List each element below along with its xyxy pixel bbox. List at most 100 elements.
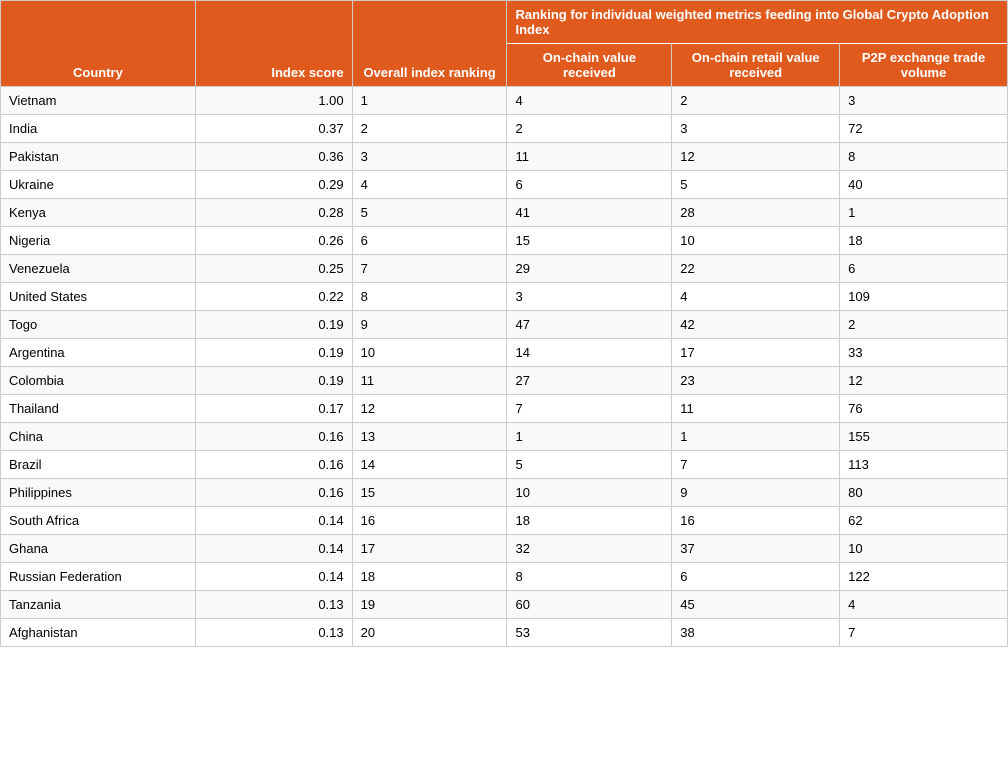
overall-ranking-cell: 2 [352, 115, 507, 143]
table-row: Kenya0.28541281 [1, 199, 1008, 227]
index-score-cell: 0.17 [195, 395, 352, 423]
table-row: Venezuela0.25729226 [1, 255, 1008, 283]
table-row: Vietnam1.001423 [1, 87, 1008, 115]
onchain-value-cell: 29 [507, 255, 672, 283]
overall-ranking-cell: 9 [352, 311, 507, 339]
country-header: Country [1, 1, 196, 87]
country-cell: Pakistan [1, 143, 196, 171]
table-row: Colombia0.1911272312 [1, 367, 1008, 395]
overall-ranking-cell: 7 [352, 255, 507, 283]
crypto-adoption-table: Country Index score Overall index rankin… [0, 0, 1008, 647]
table-row: China0.161311155 [1, 423, 1008, 451]
index-score-cell: 0.16 [195, 479, 352, 507]
overall-ranking-cell: 20 [352, 619, 507, 647]
onchain-retail-cell: 9 [672, 479, 840, 507]
p2p-exchange-cell: 76 [840, 395, 1008, 423]
p2p-exchange-cell: 7 [840, 619, 1008, 647]
onchain-retail-cell: 7 [672, 451, 840, 479]
table-row: Nigeria0.266151018 [1, 227, 1008, 255]
p2p-exchange-cell: 8 [840, 143, 1008, 171]
country-cell: Argentina [1, 339, 196, 367]
overall-ranking-cell: 17 [352, 535, 507, 563]
country-cell: India [1, 115, 196, 143]
index-score-cell: 1.00 [195, 87, 352, 115]
index-score-cell: 0.19 [195, 367, 352, 395]
table-row: Ukraine0.2946540 [1, 171, 1008, 199]
onchain-value-cell: 14 [507, 339, 672, 367]
index-score-cell: 0.22 [195, 283, 352, 311]
country-cell: Tanzania [1, 591, 196, 619]
overall-ranking-cell: 18 [352, 563, 507, 591]
p2p-exchange-cell: 33 [840, 339, 1008, 367]
table-row: Pakistan0.36311128 [1, 143, 1008, 171]
onchain-value-cell: 15 [507, 227, 672, 255]
country-cell: China [1, 423, 196, 451]
onchain-retail-cell: 37 [672, 535, 840, 563]
table-row: Russian Federation0.141886122 [1, 563, 1008, 591]
onchain-value-cell: 10 [507, 479, 672, 507]
country-cell: Nigeria [1, 227, 196, 255]
p2p-exchange-cell: 1 [840, 199, 1008, 227]
table-row: India0.3722372 [1, 115, 1008, 143]
onchain-retail-header: On-chain retail value received [672, 44, 840, 87]
onchain-value-cell: 8 [507, 563, 672, 591]
country-cell: Vietnam [1, 87, 196, 115]
overall-ranking-cell: 4 [352, 171, 507, 199]
overall-ranking-cell: 1 [352, 87, 507, 115]
table-row: South Africa0.1416181662 [1, 507, 1008, 535]
table-row: Thailand0.171271176 [1, 395, 1008, 423]
p2p-exchange-cell: 155 [840, 423, 1008, 451]
onchain-retail-cell: 45 [672, 591, 840, 619]
onchain-retail-cell: 23 [672, 367, 840, 395]
country-cell: Afghanistan [1, 619, 196, 647]
country-cell: Ukraine [1, 171, 196, 199]
index-score-cell: 0.19 [195, 311, 352, 339]
index-score-cell: 0.28 [195, 199, 352, 227]
p2p-exchange-cell: 10 [840, 535, 1008, 563]
country-cell: Philippines [1, 479, 196, 507]
onchain-retail-cell: 10 [672, 227, 840, 255]
overall-ranking-header: Overall index ranking [352, 1, 507, 87]
onchain-value-cell: 41 [507, 199, 672, 227]
onchain-retail-cell: 38 [672, 619, 840, 647]
index-score-header: Index score [195, 1, 352, 87]
onchain-value-cell: 18 [507, 507, 672, 535]
p2p-exchange-cell: 80 [840, 479, 1008, 507]
p2p-exchange-cell: 18 [840, 227, 1008, 255]
overall-ranking-cell: 3 [352, 143, 507, 171]
onchain-value-cell: 53 [507, 619, 672, 647]
index-score-cell: 0.14 [195, 535, 352, 563]
onchain-retail-cell: 3 [672, 115, 840, 143]
overall-ranking-cell: 11 [352, 367, 507, 395]
index-score-cell: 0.19 [195, 339, 352, 367]
onchain-retail-cell: 17 [672, 339, 840, 367]
index-score-cell: 0.37 [195, 115, 352, 143]
p2p-exchange-cell: 62 [840, 507, 1008, 535]
index-score-cell: 0.13 [195, 619, 352, 647]
table-row: Afghanistan0.132053387 [1, 619, 1008, 647]
onchain-retail-cell: 28 [672, 199, 840, 227]
p2p-exchange-cell: 122 [840, 563, 1008, 591]
overall-ranking-cell: 12 [352, 395, 507, 423]
table-row: Ghana0.1417323710 [1, 535, 1008, 563]
country-cell: Russian Federation [1, 563, 196, 591]
index-score-cell: 0.13 [195, 591, 352, 619]
onchain-retail-cell: 6 [672, 563, 840, 591]
p2p-exchange-cell: 40 [840, 171, 1008, 199]
p2p-exchange-cell: 109 [840, 283, 1008, 311]
onchain-retail-cell: 16 [672, 507, 840, 535]
p2p-exchange-header: P2P exchange trade volume [840, 44, 1008, 87]
overall-ranking-cell: 14 [352, 451, 507, 479]
onchain-value-cell: 3 [507, 283, 672, 311]
onchain-retail-cell: 42 [672, 311, 840, 339]
overall-ranking-cell: 15 [352, 479, 507, 507]
onchain-retail-cell: 4 [672, 283, 840, 311]
onchain-value-cell: 60 [507, 591, 672, 619]
onchain-value-cell: 6 [507, 171, 672, 199]
index-score-cell: 0.16 [195, 451, 352, 479]
country-cell: United States [1, 283, 196, 311]
overall-ranking-cell: 19 [352, 591, 507, 619]
onchain-retail-cell: 5 [672, 171, 840, 199]
country-cell: Kenya [1, 199, 196, 227]
table-row: Brazil0.161457113 [1, 451, 1008, 479]
